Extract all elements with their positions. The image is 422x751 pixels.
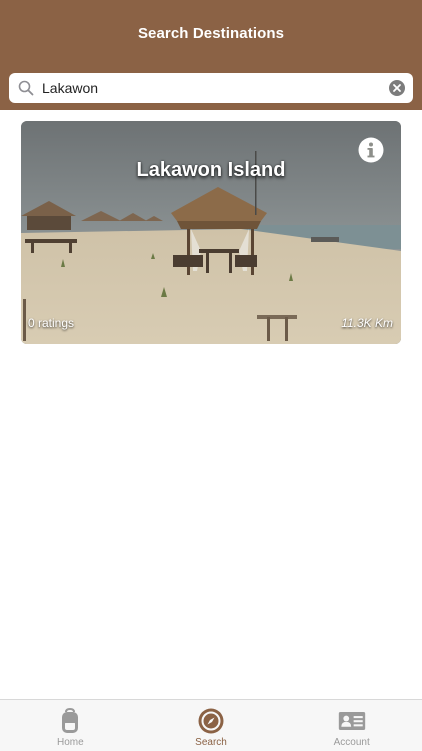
- search-icon: [18, 80, 34, 96]
- search-bar: [0, 66, 422, 110]
- tab-home-label: Home: [56, 737, 84, 748]
- nav-header: Search Destinations: [0, 0, 422, 66]
- ratings-count: 0 ratings: [28, 316, 75, 330]
- search-input[interactable]: [42, 80, 382, 96]
- backpack-icon: [62, 707, 79, 733]
- page-title: Search Destinations: [137, 24, 285, 42]
- search-field[interactable]: [9, 73, 413, 103]
- tab-home[interactable]: Home: [0, 700, 141, 751]
- clear-search-icon[interactable]: [389, 80, 405, 96]
- tab-search[interactable]: Search: [141, 700, 282, 751]
- destination-card[interactable]: Lakawon Island 0 ratings 11.3K Km: [21, 121, 401, 344]
- tab-account[interactable]: Account: [281, 700, 422, 751]
- tab-search-label: Search: [195, 737, 227, 748]
- tab-account-label: Account: [333, 737, 370, 748]
- tab-bar: Home Search Account: [0, 699, 422, 751]
- info-icon[interactable]: [358, 137, 384, 163]
- distance-label: 11.3K Km: [341, 316, 393, 330]
- compass-icon: [198, 708, 224, 734]
- id-card-icon: [338, 711, 365, 731]
- destination-photo: [21, 121, 401, 344]
- destination-name: Lakawon Island: [136, 159, 286, 181]
